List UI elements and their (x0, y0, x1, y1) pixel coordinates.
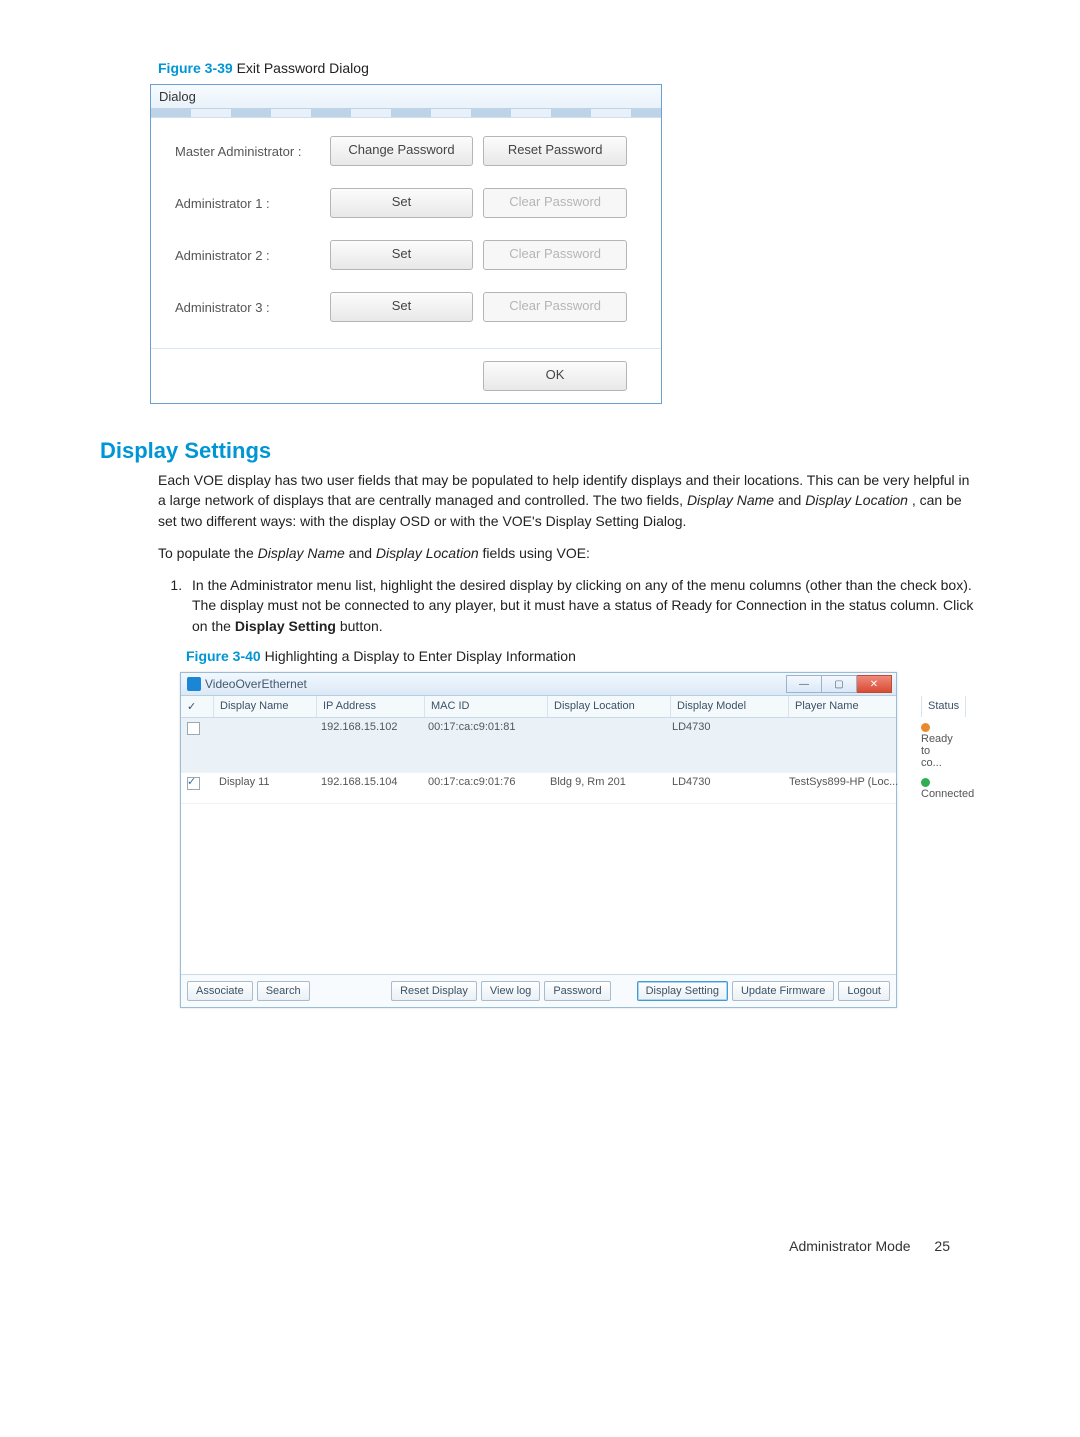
col-status[interactable]: Status (922, 696, 966, 717)
set-button-2[interactable]: Set (330, 240, 474, 270)
voe-column-headers[interactable]: ✓ Display Name IP Address MAC ID Display… (181, 696, 896, 718)
row1-status: Ready to co... (915, 718, 959, 772)
label-admin-3: Administrator 3 : (175, 300, 330, 315)
row-master-admin: Master Administrator : Change Password R… (175, 136, 637, 166)
table-row[interactable]: Display 11 192.168.15.104 00:17:ca:c9:01… (181, 773, 896, 804)
minimize-button[interactable]: — (786, 675, 822, 693)
reset-display-button[interactable]: Reset Display (391, 981, 477, 1001)
row-admin-2: Administrator 2 : Set Clear Password (175, 240, 637, 270)
footer-page-number: 25 (934, 1238, 950, 1254)
row2-status: Connected (915, 773, 980, 803)
search-button[interactable]: Search (257, 981, 310, 1001)
voe-window: VideoOverEthernet — ▢ ✕ ✓ Display Name I… (180, 672, 897, 1008)
clear-password-button-2: Clear Password (483, 240, 627, 270)
ok-button[interactable]: OK (483, 361, 627, 391)
dialog-decor (151, 109, 661, 118)
paragraph-2: To populate the Display Name and Display… (158, 543, 980, 563)
view-log-button[interactable]: View log (481, 981, 540, 1001)
voe-footer: Associate Search Reset Display View log … (181, 974, 896, 1007)
clear-password-button-1: Clear Password (483, 188, 627, 218)
step-1: In the Administrator menu list, highligh… (186, 575, 980, 636)
col-display-name[interactable]: Display Name (214, 696, 317, 717)
display-setting-button[interactable]: Display Setting (637, 981, 728, 1001)
step-list: In the Administrator menu list, highligh… (158, 575, 980, 636)
voe-app-icon (187, 677, 201, 691)
col-model[interactable]: Display Model (671, 696, 789, 717)
col-player[interactable]: Player Name (789, 696, 922, 717)
password-button[interactable]: Password (544, 981, 610, 1001)
figure-40-caption: Figure 3-40 Highlighting a Display to En… (186, 648, 980, 664)
maximize-button[interactable]: ▢ (822, 675, 857, 693)
row-admin-3: Administrator 3 : Set Clear Password (175, 292, 637, 322)
voe-empty-area (181, 804, 896, 974)
table-row[interactable]: 192.168.15.102 00:17:ca:c9:01:81 LD4730 … (181, 718, 896, 773)
row2-checkbox[interactable] (187, 777, 200, 790)
change-password-button[interactable]: Change Password (330, 136, 474, 166)
section-heading-display-settings: Display Settings (100, 438, 980, 464)
col-location[interactable]: Display Location (548, 696, 671, 717)
label-admin-1: Administrator 1 : (175, 196, 330, 211)
status-dot-ready-icon (921, 723, 930, 732)
page-footer: Administrator Mode 25 (100, 1238, 980, 1254)
row1-checkbox[interactable] (187, 722, 200, 735)
logout-button[interactable]: Logout (838, 981, 890, 1001)
exit-password-dialog: Dialog Master Administrator : Change Pas… (150, 84, 662, 404)
update-firmware-button[interactable]: Update Firmware (732, 981, 834, 1001)
figure-40-title: Highlighting a Display to Enter Display … (265, 648, 576, 664)
window-controls: — ▢ ✕ (786, 675, 892, 693)
set-button-3[interactable]: Set (330, 292, 474, 322)
figure-39-caption: Figure 3-39 Exit Password Dialog (158, 60, 980, 76)
set-button-1[interactable]: Set (330, 188, 474, 218)
voe-titlebar: VideoOverEthernet — ▢ ✕ (181, 673, 896, 696)
figure-39-number: Figure 3-39 (158, 60, 233, 76)
label-master-admin: Master Administrator : (175, 144, 330, 159)
status-dot-connected-icon (921, 778, 930, 787)
label-admin-2: Administrator 2 : (175, 248, 330, 263)
row-admin-1: Administrator 1 : Set Clear Password (175, 188, 637, 218)
col-ip[interactable]: IP Address (317, 696, 425, 717)
close-button[interactable]: ✕ (857, 675, 892, 693)
col-mac[interactable]: MAC ID (425, 696, 548, 717)
voe-window-title: VideoOverEthernet (205, 677, 307, 691)
clear-password-button-3: Clear Password (483, 292, 627, 322)
reset-password-button[interactable]: Reset Password (483, 136, 627, 166)
dialog-titlebar: Dialog (151, 85, 661, 109)
figure-40-number: Figure 3-40 (186, 648, 261, 664)
paragraph-1: Each VOE display has two user fields tha… (158, 470, 980, 531)
col-check[interactable]: ✓ (181, 696, 214, 717)
associate-button[interactable]: Associate (187, 981, 253, 1001)
footer-label: Administrator Mode (789, 1238, 910, 1254)
